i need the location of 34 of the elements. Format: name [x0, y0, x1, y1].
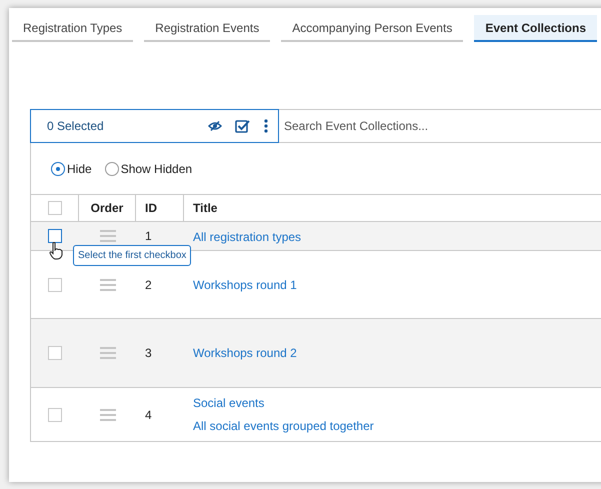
tab[interactable]: Event Collections — [474, 15, 598, 42]
drag-handle-icon[interactable] — [100, 278, 116, 290]
drag-handle-icon[interactable] — [100, 408, 116, 420]
collection-title-link[interactable]: Workshops round 1 — [193, 276, 601, 294]
checkbox[interactable] — [48, 408, 62, 422]
checkbox[interactable] — [48, 346, 62, 360]
tab[interactable]: Registration Types — [12, 15, 134, 42]
checkbox[interactable] — [48, 201, 62, 215]
table-cell: 4 — [145, 408, 152, 422]
checkbox[interactable] — [48, 229, 62, 243]
eye-slash-icon[interactable] — [208, 121, 222, 131]
more-vertical-icon[interactable] — [264, 119, 268, 133]
column-header: ID — [145, 200, 157, 217]
checkbox[interactable] — [48, 278, 62, 292]
table-cell: 3 — [145, 346, 152, 360]
column-header: Order — [90, 200, 124, 217]
search-field[interactable]: Search Event Collections... — [279, 109, 601, 143]
column-header: Title — [193, 200, 218, 217]
table-row[interactable]: 3 Workshops round 2 — [31, 319, 601, 388]
tooltip: Select the first checkbox — [73, 245, 192, 266]
selected-count: 0 Selected — [47, 118, 105, 135]
table-cell: 2 — [145, 278, 152, 292]
tab[interactable]: Accompanying Person Events — [281, 15, 464, 42]
tab[interactable]: Registration Events — [144, 15, 270, 42]
drag-handle-icon[interactable] — [100, 230, 116, 242]
collection-title-link[interactable]: Social events — [193, 394, 601, 412]
radio-option[interactable]: Show Hidden — [104, 160, 192, 178]
collection-title-link[interactable]: All registration types — [193, 228, 601, 246]
table-cell: 1 — [145, 229, 152, 243]
radio-option[interactable]: Hide — [51, 160, 92, 178]
checkbox-icon[interactable] — [235, 119, 250, 133]
collection-description: All social events grouped together — [193, 418, 375, 435]
collection-title-link[interactable]: Workshops round 2 — [193, 344, 601, 362]
drag-handle-icon[interactable] — [100, 347, 116, 359]
